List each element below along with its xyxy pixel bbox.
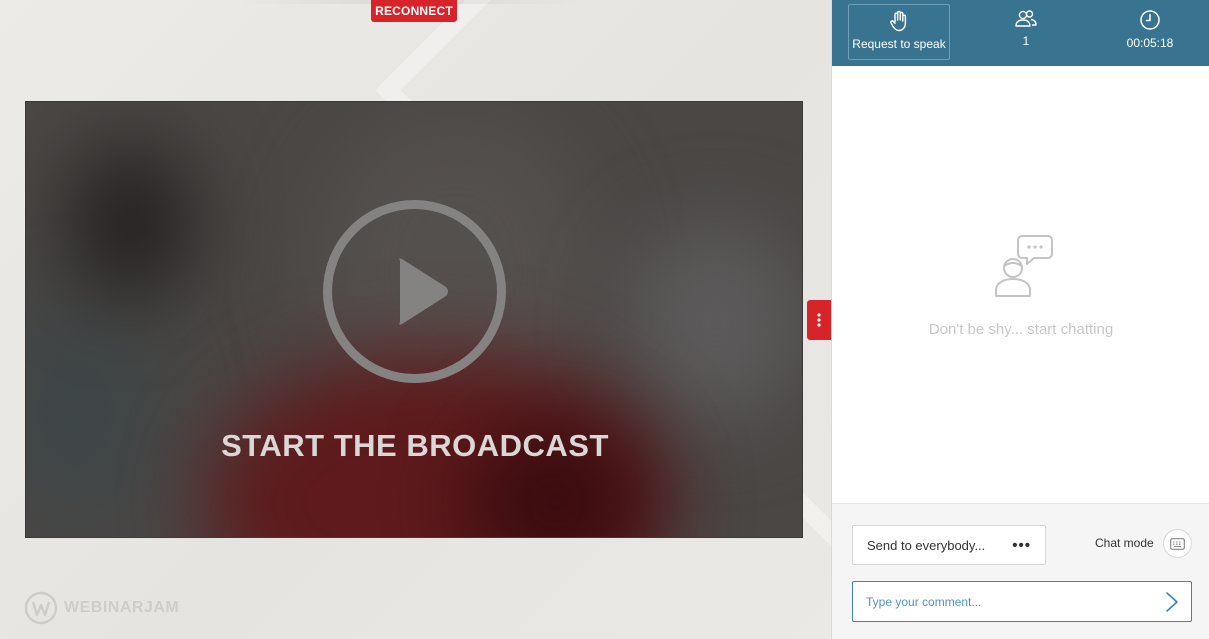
chat-mode-button[interactable] — [1163, 529, 1192, 558]
chat-footer: Send to everybody... ••• Chat mode — [832, 503, 1209, 639]
request-to-speak-label: Request to speak — [852, 37, 946, 51]
logo-text: WEBINARJAM — [64, 599, 180, 616]
webinar-stage: RECONNECT START THE BROADCAST WEBINARJAM — [0, 0, 831, 639]
reconnect-button[interactable]: RECONNECT — [371, 0, 457, 22]
comment-box — [852, 581, 1192, 622]
timer-value: 00:05:18 — [1126, 36, 1174, 50]
send-to-label: Send to everybody... — [867, 537, 986, 553]
video-player[interactable]: START THE BROADCAST — [25, 101, 803, 538]
chat-person-icon — [995, 235, 1053, 297]
logo-icon — [24, 591, 58, 625]
users-icon — [1015, 10, 1037, 27]
chat-empty-state: Don't be shy... start chatting — [832, 230, 1209, 338]
raised-hand-icon — [890, 10, 907, 32]
panel-toggle-handle[interactable] — [807, 300, 831, 340]
start-broadcast-label[interactable]: START THE BROADCAST — [26, 428, 802, 464]
chevron-right-icon[interactable] — [1161, 591, 1183, 613]
more-options-icon[interactable]: ••• — [1012, 537, 1031, 554]
attendees-count: 1 — [1022, 34, 1030, 48]
comment-input[interactable] — [853, 582, 1153, 621]
chat-mode-label: Chat mode — [1095, 536, 1154, 550]
send-to-select[interactable]: Send to everybody... ••• — [852, 525, 1046, 565]
webinarjam-logo: WEBINARJAM — [24, 591, 179, 625]
keyboard-icon — [1170, 537, 1185, 550]
play-icon[interactable] — [320, 197, 509, 386]
session-timer: 00:05:18 — [1110, 4, 1190, 60]
panel-header: Request to speak 1 00:05:18 — [832, 0, 1209, 66]
chat-panel: Request to speak 1 00:05:18 Don't be shy… — [831, 0, 1209, 639]
more-vertical-icon — [817, 313, 821, 327]
attendees-indicator: 1 — [986, 4, 1066, 60]
clock-icon — [1140, 10, 1160, 30]
chat-empty-text: Don't be shy... start chatting — [928, 321, 1114, 338]
request-to-speak-button[interactable]: Request to speak — [848, 4, 950, 60]
